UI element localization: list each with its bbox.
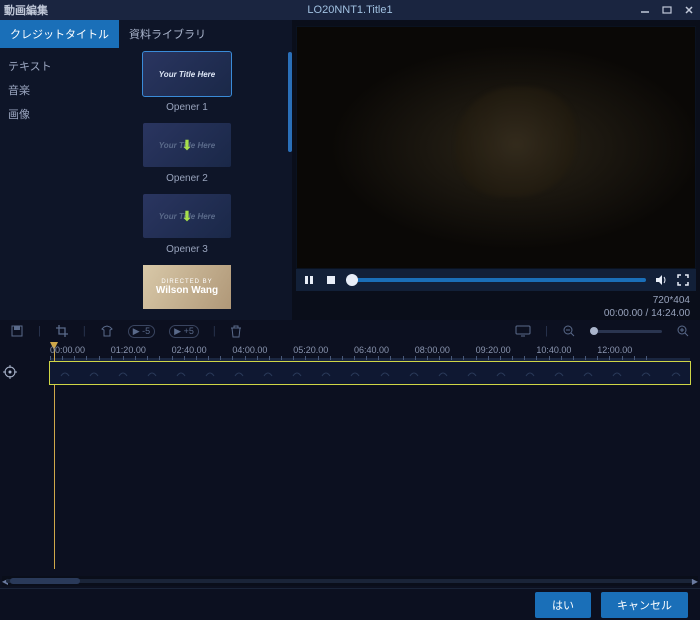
thumb-label: Opener 2 [143,173,231,184]
ok-button[interactable]: はい [535,592,591,618]
download-icon: ⬇ [181,137,193,154]
progress-thumb[interactable] [346,274,358,286]
maximize-button[interactable] [660,3,674,17]
scroll-right-icon[interactable]: ▶ [690,576,700,586]
fullscreen-button[interactable] [676,273,690,287]
cancel-button[interactable]: キャンセル [601,592,688,618]
close-button[interactable] [682,3,696,17]
app-name: 動画編集 [4,2,48,18]
sidenav-image[interactable]: 画像 [8,102,82,126]
ruler-tick-label: 00:00.00 [50,345,85,355]
ruler-tick-label: 12:00.00 [597,345,632,355]
toolbar: | | ▶ -5 ▶ +5 | | [0,320,700,342]
preview-panel: 720*404 00:00.00 / 14:24.00 [292,20,700,320]
resource-panel: クレジットタイトル 資料ライブラリ テキスト 音楽 画像 Your Title … [0,20,292,320]
stop-button[interactable] [324,273,338,287]
download-icon: ⬇ [181,208,193,225]
zoom-thumb[interactable] [590,327,598,335]
preview-video[interactable] [296,26,696,269]
save-icon[interactable] [10,324,24,338]
thumb-line2: Wilson Wang [156,285,218,296]
sidenav-text[interactable]: テキスト [8,54,82,78]
document-title: LO20NNT1.Title1 [307,4,392,16]
ruler-tick-label: 10:40.00 [536,345,571,355]
thumb-item4[interactable]: DIRECTED BY Wilson Wang [143,265,231,309]
forward-5-button[interactable]: ▶ +5 [169,325,199,338]
progress-bar[interactable] [346,278,646,282]
thumb-text: Your Title Here [159,70,215,79]
ruler-tick-label: 08:00.00 [415,345,450,355]
ruler-tick-label: 06:40.00 [354,345,389,355]
timeline-hscroll[interactable]: ◀ ▶ [2,576,698,586]
video-clip[interactable] [50,362,690,384]
volume-button[interactable] [654,273,668,287]
titlebar: 動画編集 LO20NNT1.Title1 [0,0,700,20]
ruler-tick-label: 04:00.00 [232,345,267,355]
sidenav-music[interactable]: 音楽 [8,78,82,102]
footer: はい キャンセル [0,588,700,620]
thumb-opener3[interactable]: Your Title Here⬇ Opener 3 [143,194,231,255]
tab-library[interactable]: 資料ライブラリ [119,20,216,48]
time-label: 00:00.00 / 14:24.00 [302,307,690,320]
zoom-in-icon[interactable] [676,324,690,338]
zoom-out-icon[interactable] [562,324,576,338]
thumbs-scrollbar[interactable] [288,52,292,152]
resolution-label: 720*404 [302,294,690,307]
minimize-button[interactable] [638,3,652,17]
thumb-opener1[interactable]: Your Title Here Opener 1 [143,52,231,113]
scroll-thumb[interactable] [10,578,80,584]
rewind-5-button[interactable]: ▶ -5 [128,325,155,338]
timeline: 00:00.00 01:20.00 02:40.00 04:00.00 05:20.00… [0,342,700,588]
thumb-opener2[interactable]: Your Title Here⬇ Opener 2 [143,123,231,184]
crop-icon[interactable] [55,324,69,338]
track-head-icon[interactable] [2,364,18,380]
clothing-icon[interactable] [100,324,114,338]
zoom-slider[interactable] [590,330,662,333]
ruler-tick-label: 05:20.00 [293,345,328,355]
pause-button[interactable] [302,273,316,287]
screen-icon[interactable] [515,325,531,337]
tab-credit-title[interactable]: クレジットタイトル [0,20,119,48]
ruler-tick-label: 09:20.00 [476,345,511,355]
ruler-tick-label: 01:20.00 [111,345,146,355]
thumb-label: Opener 1 [143,102,231,113]
ruler-tick-label: 02:40.00 [172,345,207,355]
delete-icon[interactable] [230,324,242,338]
ruler[interactable]: 00:00.00 01:20.00 02:40.00 04:00.00 05:20.00… [0,342,700,362]
thumb-label: Opener 3 [143,244,231,255]
